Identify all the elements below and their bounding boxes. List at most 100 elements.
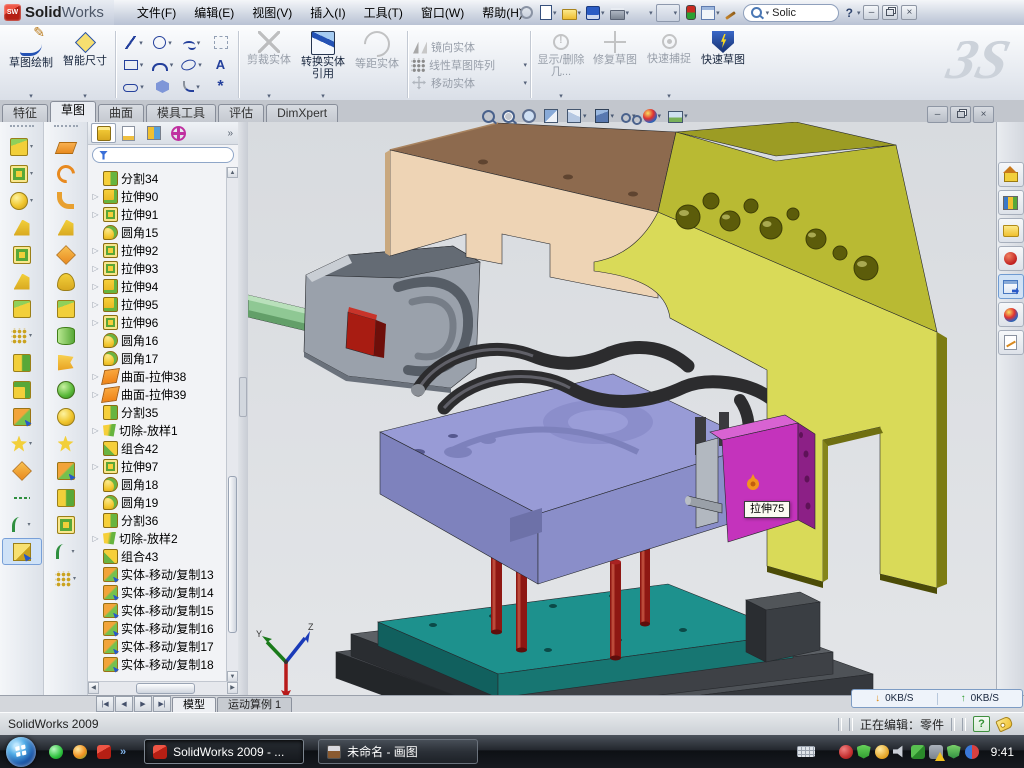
- menu-item-2[interactable]: 视图(V): [243, 1, 301, 24]
- tree-item[interactable]: 实体-移动/复制18: [88, 655, 227, 673]
- dropdown-arrow-icon[interactable]: ▾: [658, 112, 662, 120]
- expand-arrow-icon[interactable]: ▷: [91, 300, 100, 309]
- sketch-button[interactable]: 草图绘制▾: [4, 27, 58, 102]
- freeform-button[interactable]: [46, 268, 86, 295]
- taskbar-task-0[interactable]: SolidWorks 2009 - ...: [144, 739, 304, 764]
- tree-item[interactable]: 实体-移动/复制15: [88, 601, 227, 619]
- quicklaunch-messenger-button[interactable]: [46, 742, 66, 762]
- dropdown-arrow-icon[interactable]: ▾: [29, 332, 32, 339]
- pattern-button[interactable]: 线性草图阵列▾: [411, 56, 527, 74]
- quick-tips-button[interactable]: ?: [973, 716, 990, 732]
- magnify-button[interactable]: [522, 109, 536, 123]
- feature-manager-tab[interactable]: [91, 123, 116, 143]
- sketch-point-button[interactable]: [206, 76, 235, 98]
- dimxpert-manager-tab[interactable]: [166, 123, 191, 143]
- options-button[interactable]: ▾: [699, 4, 722, 21]
- help-button[interactable]: ?: [844, 6, 855, 20]
- security-green-tray-icon[interactable]: [857, 745, 871, 759]
- dropdown-arrow-icon[interactable]: ▾: [73, 575, 76, 582]
- custom-properties-tab[interactable]: [998, 330, 1024, 355]
- sketch-sfillet-button[interactable]: ▾: [177, 76, 206, 98]
- pen-button[interactable]: [723, 7, 738, 18]
- expand-arrow-icon[interactable]: ▷: [91, 282, 100, 291]
- sketch-polygon-button[interactable]: [148, 76, 177, 98]
- dropdown-arrow-icon[interactable]: ▾: [626, 9, 630, 17]
- network-warning-tray-icon[interactable]: [929, 745, 943, 759]
- menu-item-1[interactable]: 编辑(E): [185, 1, 243, 24]
- tab-曲面[interactable]: 曲面: [98, 104, 144, 122]
- dropdown-arrow-icon[interactable]: ▾: [30, 170, 33, 177]
- mirror-button[interactable]: 镜向实体: [411, 38, 527, 56]
- tree-item[interactable]: ▷曲面-拉伸38: [88, 367, 227, 385]
- search-scope-dropdown-icon[interactable]: ▾: [766, 9, 770, 17]
- expand-arrow-icon[interactable]: ▷: [91, 372, 100, 381]
- expand-arrow-icon[interactable]: ▷: [91, 390, 100, 399]
- view-orientation-button[interactable]: ▾: [566, 108, 587, 124]
- tree-item[interactable]: 分割34: [88, 169, 227, 187]
- dropdown-arrow-icon[interactable]: ▾: [30, 197, 33, 204]
- start-button[interactable]: [6, 737, 36, 767]
- doc-restore-button[interactable]: [950, 106, 971, 123]
- trim-button[interactable]: 剪裁实体▾: [242, 27, 296, 102]
- scroll-up-icon[interactable]: ▲: [227, 167, 238, 178]
- dome-button[interactable]: [46, 403, 86, 430]
- scroll-left-icon[interactable]: ◀: [88, 682, 99, 694]
- snap-button[interactable]: 快速捕捉▾: [642, 27, 696, 102]
- tree-filter-input[interactable]: [92, 147, 234, 163]
- pattern-surface-button[interactable]: ▾: [46, 565, 86, 592]
- last-tab-button[interactable]: ▶|: [153, 696, 171, 712]
- draft-button[interactable]: [2, 268, 42, 295]
- tree-item[interactable]: 实体-移动/复制17: [88, 637, 227, 655]
- dropdown-arrow-icon[interactable]: ▾: [140, 83, 144, 91]
- tab-评估[interactable]: 评估: [218, 104, 264, 122]
- quicklaunch-solidworks-button[interactable]: [94, 742, 114, 762]
- menu-item-4[interactable]: 工具(T): [355, 1, 412, 24]
- sketch-ellipse-button[interactable]: ▾: [177, 54, 206, 76]
- tree-item[interactable]: 圆角17: [88, 349, 227, 367]
- dropdown-arrow-icon[interactable]: ▾: [684, 112, 688, 120]
- dropdown-arrow-icon[interactable]: ▾: [139, 39, 143, 47]
- tree-vertical-scrollbar[interactable]: ▲ ▼: [226, 167, 238, 682]
- sync-phone-tray-icon[interactable]: [911, 745, 925, 759]
- sketch-spline-button[interactable]: ▾: [177, 32, 206, 54]
- print-button[interactable]: ▾: [608, 5, 632, 21]
- volume-tray-icon[interactable]: [893, 745, 907, 759]
- keyboard-tray-icon[interactable]: [797, 746, 815, 757]
- dropdown-arrow-icon[interactable]: ▾: [523, 61, 527, 69]
- expand-arrow-icon[interactable]: ▷: [91, 462, 100, 471]
- tree-item[interactable]: ▷拉伸92: [88, 241, 227, 259]
- shell-surface-button[interactable]: [46, 511, 86, 538]
- dropdown-arrow-icon[interactable]: ▾: [140, 61, 144, 69]
- window-minimize-button[interactable]: –: [863, 5, 879, 20]
- dropdown-arrow-icon[interactable]: ▾: [170, 61, 174, 69]
- tree-item[interactable]: 圆角18: [88, 475, 227, 493]
- tags-icon[interactable]: [995, 715, 1014, 732]
- appearances-button[interactable]: ▾: [643, 109, 662, 123]
- first-tab-button[interactable]: |◀: [96, 696, 114, 712]
- tab-模具工具[interactable]: 模具工具: [146, 104, 216, 122]
- offset-button[interactable]: 等距实体: [350, 27, 404, 102]
- expand-arrow-icon[interactable]: ▷: [91, 264, 100, 273]
- extruded-cut-button[interactable]: ▾: [2, 160, 42, 187]
- scroll-right-icon[interactable]: ▶: [227, 682, 238, 694]
- tree-item[interactable]: 实体-移动/复制13: [88, 565, 227, 583]
- indent-button[interactable]: [46, 430, 86, 457]
- rib-button[interactable]: [2, 295, 42, 322]
- tree-horizontal-scrollbar[interactable]: ◀ ▶: [88, 681, 238, 695]
- tab-草图[interactable]: 草图: [50, 101, 96, 122]
- insert-part-button[interactable]: ▾: [2, 430, 42, 457]
- view-palette-tab[interactable]: [998, 274, 1024, 299]
- window-restore-button[interactable]: [882, 5, 898, 20]
- dropdown-arrow-icon[interactable]: ▾: [30, 143, 33, 150]
- design-library-tab[interactable]: [998, 190, 1024, 215]
- expand-arrow-icon[interactable]: ▷: [91, 210, 100, 219]
- pin-button[interactable]: [518, 5, 535, 20]
- menu-item-0[interactable]: 文件(F): [128, 1, 185, 24]
- window-close-button[interactable]: ×: [901, 5, 917, 20]
- taskbar-clock[interactable]: 9:41: [991, 745, 1014, 759]
- dropdown-arrow-icon[interactable]: ▾: [716, 9, 720, 17]
- tree-item[interactable]: ▷拉伸95: [88, 295, 227, 313]
- new-button[interactable]: ▾: [536, 4, 559, 21]
- tree-item[interactable]: ▷拉伸91: [88, 205, 227, 223]
- dropdown-arrow-icon[interactable]: ▾: [168, 39, 172, 47]
